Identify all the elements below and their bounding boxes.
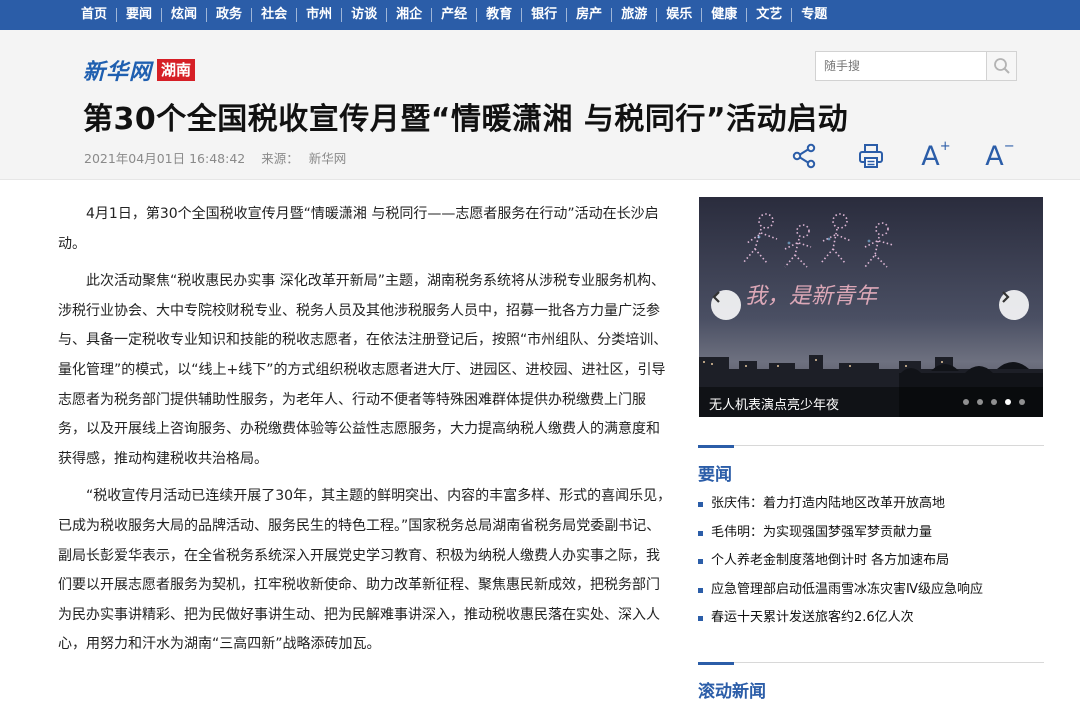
article-title: 第30个全国税收宣传月暨“情暖潇湘 与税同行”活动启动: [83, 102, 849, 137]
nav-item-chanjing[interactable]: 产经: [432, 8, 478, 22]
search-input[interactable]: [816, 52, 988, 80]
nav-item-xuanwen[interactable]: 炫闻: [162, 8, 208, 22]
font-increase-icon: A+: [921, 138, 951, 172]
slider-dot[interactable]: [963, 399, 969, 405]
top-nav-bar: 首页 要闻 炫闻 政务 社会 市州 访谈 湘企 产经 教育 银行 房产 旅游 娱…: [0, 0, 1080, 30]
print-button[interactable]: [853, 138, 889, 174]
section-accent-bar: [698, 662, 734, 665]
article-datetime: 2021年04月01日 16:48:42: [84, 151, 246, 166]
slider-dots: [955, 399, 1025, 405]
slide-caption[interactable]: 无人机表演点亮少年夜: [709, 394, 839, 413]
nav-item-lvyou[interactable]: 旅游: [612, 8, 658, 22]
nav-item-home[interactable]: 首页: [72, 8, 118, 22]
news-headline[interactable]: 应急管理部启动低温雨雪冰冻灾害Ⅳ级应急响应: [711, 582, 983, 597]
top-nav-items: 首页 要闻 炫闻 政务 社会 市州 访谈 湘企 产经 教育 银行 房产 旅游 娱…: [72, 0, 836, 30]
nav-item-jiaoyu[interactable]: 教育: [477, 8, 523, 22]
font-decrease-button[interactable]: A−: [982, 138, 1018, 174]
nav-item-fangchan[interactable]: 房产: [567, 8, 613, 22]
site-logo[interactable]: 新华网 湖南: [83, 56, 196, 85]
bullet-icon: [698, 559, 703, 564]
chevron-right-icon: [1002, 291, 1010, 303]
slider-prev-button[interactable]: [711, 290, 741, 320]
list-item[interactable]: 应急管理部启动低温雨雪冰冻灾害Ⅳ级应急响应: [698, 580, 1044, 609]
slider-dot[interactable]: [1019, 399, 1025, 405]
news-headline[interactable]: 个人养老金制度落地倒计时 各方加速布局: [711, 553, 949, 568]
share-icon: [792, 143, 816, 169]
nav-item-fangtan[interactable]: 访谈: [342, 8, 388, 22]
list-item[interactable]: 春运十天累计发送旅客约2.6亿人次: [698, 608, 1044, 637]
slider-dot[interactable]: [991, 399, 997, 405]
search-box: [815, 51, 1017, 81]
yaowen-section-title[interactable]: 要闻: [698, 460, 732, 485]
bullet-icon: [698, 587, 703, 593]
slide-drone-text: 我，是新青年: [745, 284, 879, 309]
slider-dot[interactable]: [1005, 399, 1011, 405]
search-button[interactable]: [986, 52, 1016, 80]
logo-brand: 新华网: [83, 60, 153, 85]
slider-next-button[interactable]: [999, 290, 1029, 320]
bullet-icon: [698, 616, 703, 621]
article-meta: 2021年04月01日 16:48:42 来源： 新华网: [84, 148, 346, 167]
nav-item-zhengwu[interactable]: 政务: [207, 8, 253, 22]
nav-item-zhuanti[interactable]: 专题: [792, 8, 836, 22]
yaowen-news-list: 张庆伟：着力打造内陆地区改革开放高地 毛伟明：为实现强国梦强军梦贡献力量 个人养…: [698, 494, 1044, 637]
source-label: 来源：: [261, 151, 299, 166]
nav-item-yinhang[interactable]: 银行: [522, 8, 568, 22]
article-paragraph: 4月1日，第30个全国税收宣传月暨“情暖潇湘 与税同行——志愿者服务在行动”活动…: [58, 206, 659, 252]
gundong-section-title[interactable]: 滚动新闻: [698, 677, 766, 702]
nav-item-yule[interactable]: 娱乐: [657, 8, 703, 22]
nav-item-shizhou[interactable]: 市州: [297, 8, 343, 22]
article-paragraph: 此次活动聚焦“税收惠民办实事 深化改革开新局”主题，湖南税务系统将从涉税专业服务…: [58, 273, 668, 467]
slider-dot[interactable]: [977, 399, 983, 405]
photo-slideshow[interactable]: 我，是新青年 无人机表演点亮少年夜: [699, 197, 1043, 417]
slide-image: 我，是新青年: [699, 197, 1043, 417]
nav-item-shehui[interactable]: 社会: [252, 8, 298, 22]
yaowen-section-header: 要闻: [698, 445, 1044, 485]
nav-item-yaowen[interactable]: 要闻: [117, 8, 163, 22]
font-increase-button[interactable]: A+: [918, 138, 954, 174]
news-headline[interactable]: 张庆伟：着力打造内陆地区改革开放高地: [711, 496, 945, 511]
nav-item-jiankang[interactable]: 健康: [702, 8, 748, 22]
share-button[interactable]: [786, 138, 822, 174]
article-header: 新华网 湖南 第30个全国税收宣传月暨“情暖潇湘 与税同行”活动启动 2021年…: [0, 30, 1080, 180]
nav-item-wenyi[interactable]: 文艺: [747, 8, 793, 22]
list-item[interactable]: 个人养老金制度落地倒计时 各方加速布局: [698, 551, 1044, 580]
nav-item-xiangqi[interactable]: 湘企: [387, 8, 433, 22]
chevron-left-icon: [712, 291, 720, 303]
list-item[interactable]: 张庆伟：着力打造内陆地区改革开放高地: [698, 494, 1044, 523]
bullet-icon: [698, 530, 703, 536]
section-accent-bar: [698, 445, 734, 448]
slide-caption-bar: 无人机表演点亮少年夜: [699, 387, 1043, 417]
search-icon: [993, 58, 1010, 74]
font-decrease-icon: A−: [985, 138, 1015, 172]
article-body: 4月1日，第30个全国税收宣传月暨“情暖潇湘 与税同行——志愿者服务在行动”活动…: [58, 200, 672, 668]
logo-region-badge: 湖南: [157, 59, 196, 81]
news-headline[interactable]: 春运十天累计发送旅客约2.6亿人次: [711, 610, 914, 625]
article-source: 新华网: [308, 151, 347, 166]
news-headline[interactable]: 毛伟明：为实现强国梦强军梦贡献力量: [711, 525, 932, 540]
bullet-icon: [698, 502, 703, 507]
list-item[interactable]: 毛伟明：为实现强国梦强军梦贡献力量: [698, 523, 1044, 552]
article-paragraph: “税收宣传月活动已连续开展了30年，其主题的鲜明突出、内容的丰富多样、形式的喜闻…: [58, 488, 672, 653]
gundong-section-header: 滚动新闻: [698, 662, 1044, 702]
print-icon: [859, 144, 883, 168]
